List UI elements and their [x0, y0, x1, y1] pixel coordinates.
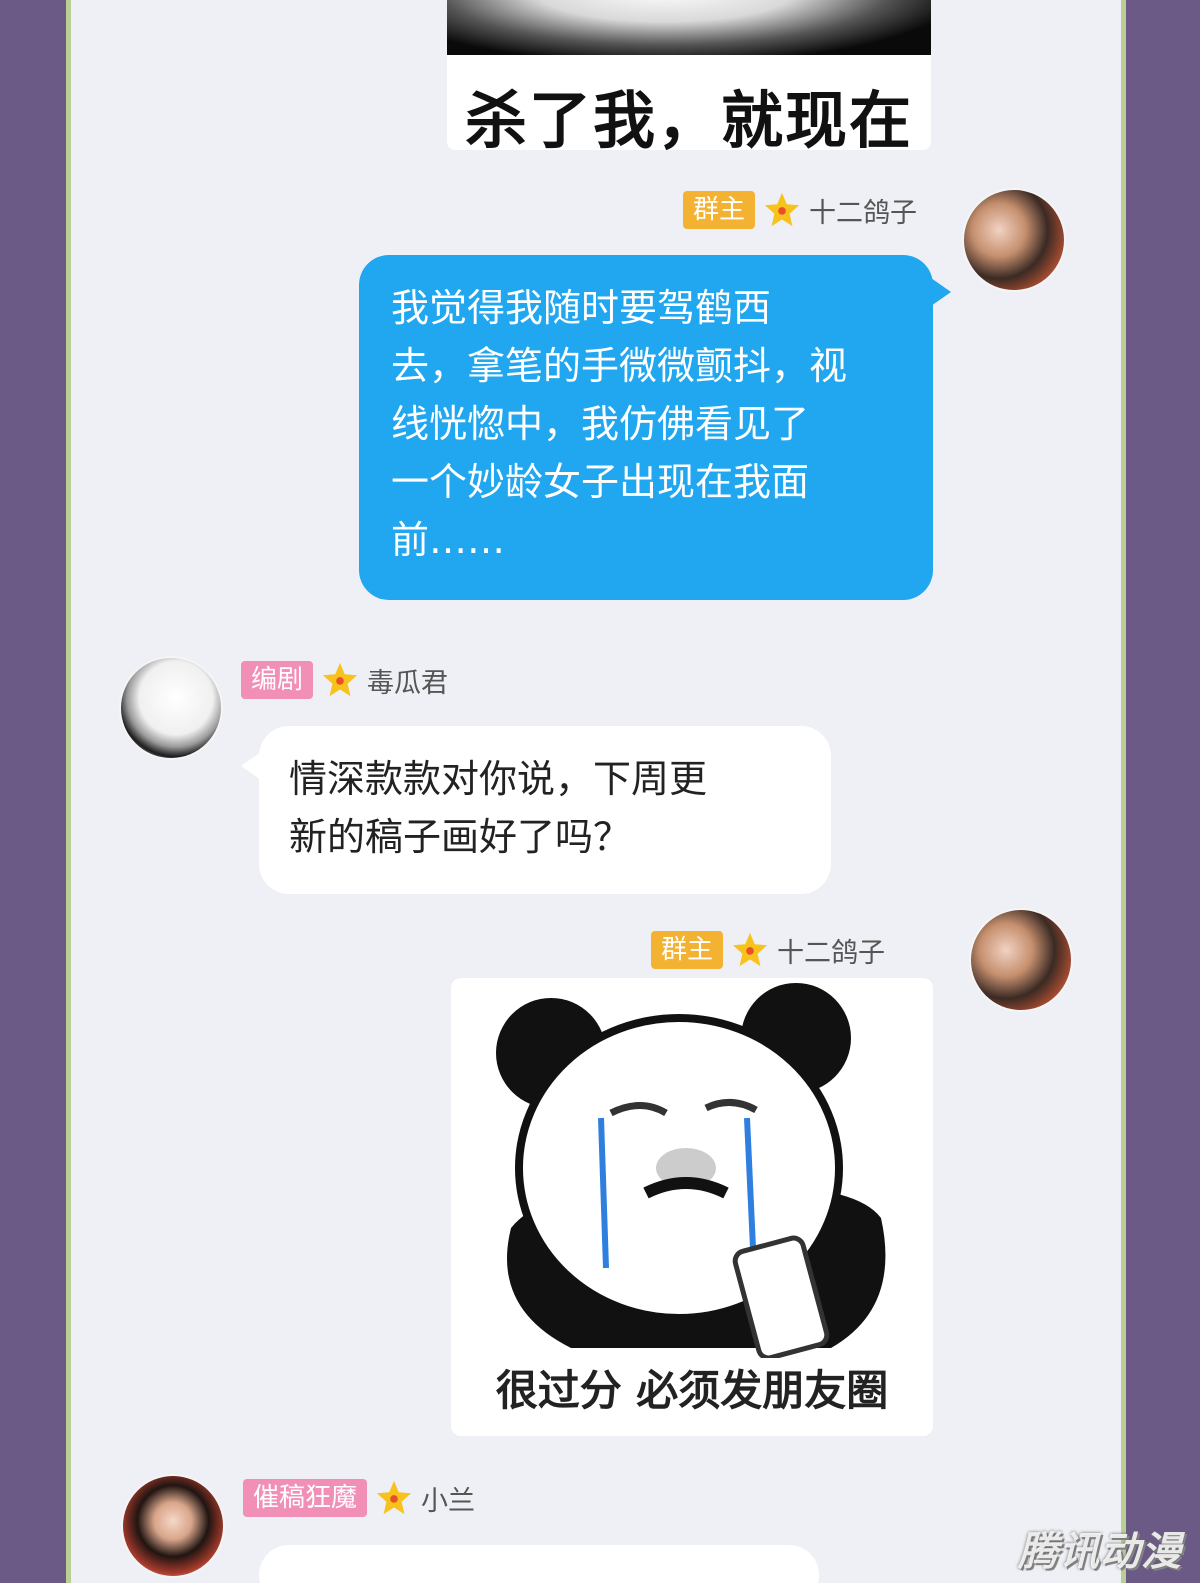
bubble-tail: [931, 278, 951, 306]
message-line: 去，拿笔的手微微颤抖，视: [391, 344, 848, 388]
message-line: 新的稿子画好了吗？: [289, 815, 632, 859]
message-header: 群主 十二鸽子: [683, 190, 917, 230]
meme-photo: [447, 0, 931, 55]
role-badge: 群主: [683, 191, 756, 229]
sender-name: 毒瓜君: [367, 667, 449, 699]
sender-name: 十二鸽子: [809, 197, 918, 229]
message-header: 编剧 毒瓜君: [241, 660, 448, 700]
star-icon: [376, 1480, 412, 1515]
meme-caption: 杀了我，就现在: [464, 84, 913, 150]
message-line: 前……: [391, 518, 506, 562]
crying-panda-sticker: [496, 983, 886, 1361]
message-bubble[interactable]: 情深款款对你说，下周更 新的稿子画好了吗？: [259, 726, 831, 894]
bubble-tail: [241, 752, 261, 780]
chat-screen: 杀了我，就现在 群主 十二鸽子 我觉得我随时要驾鹤西 去，拿笔的手微微颤抖，视 …: [66, 0, 1126, 1583]
role-badge: 催稿狂魔: [243, 1479, 368, 1517]
sender-name: 小兰: [421, 1485, 476, 1517]
role-badge: 群主: [651, 931, 724, 969]
message-line: 线恍惚中，我仿佛看见了: [391, 402, 810, 446]
watermark-logo: 腾讯动漫: [1018, 1529, 1182, 1575]
role-badge: 编剧: [241, 661, 314, 699]
message-bubble[interactable]: 我觉得我随时要驾鹤西 去，拿笔的手微微颤抖，视 线恍惚中，我仿佛看见了 一个妙龄…: [359, 255, 933, 600]
sticker-caption: 很过分 必须发朋友圈: [495, 1366, 889, 1415]
message-line: 我觉得我随时要驾鹤西: [391, 286, 772, 330]
avatar[interactable]: [964, 190, 1064, 290]
message-line: 情深款款对你说，下周更: [289, 757, 708, 801]
message-header: 催稿狂魔 小兰: [243, 1478, 475, 1518]
star-icon: [732, 932, 768, 967]
message-line: 一个妙龄女子出现在我面: [391, 460, 810, 504]
avatar[interactable]: [121, 658, 221, 758]
sender-name: 十二鸽子: [777, 937, 886, 969]
star-icon: [764, 192, 800, 227]
message-header: 群主 十二鸽子: [651, 930, 885, 970]
avatar[interactable]: [123, 1476, 223, 1576]
avatar[interactable]: [971, 910, 1071, 1010]
sticker-image[interactable]: 很过分 必须发朋友圈: [451, 978, 933, 1436]
meme-image-top[interactable]: 杀了我，就现在: [447, 0, 931, 150]
message-bubble[interactable]: [259, 1545, 819, 1583]
star-icon: [322, 662, 358, 697]
